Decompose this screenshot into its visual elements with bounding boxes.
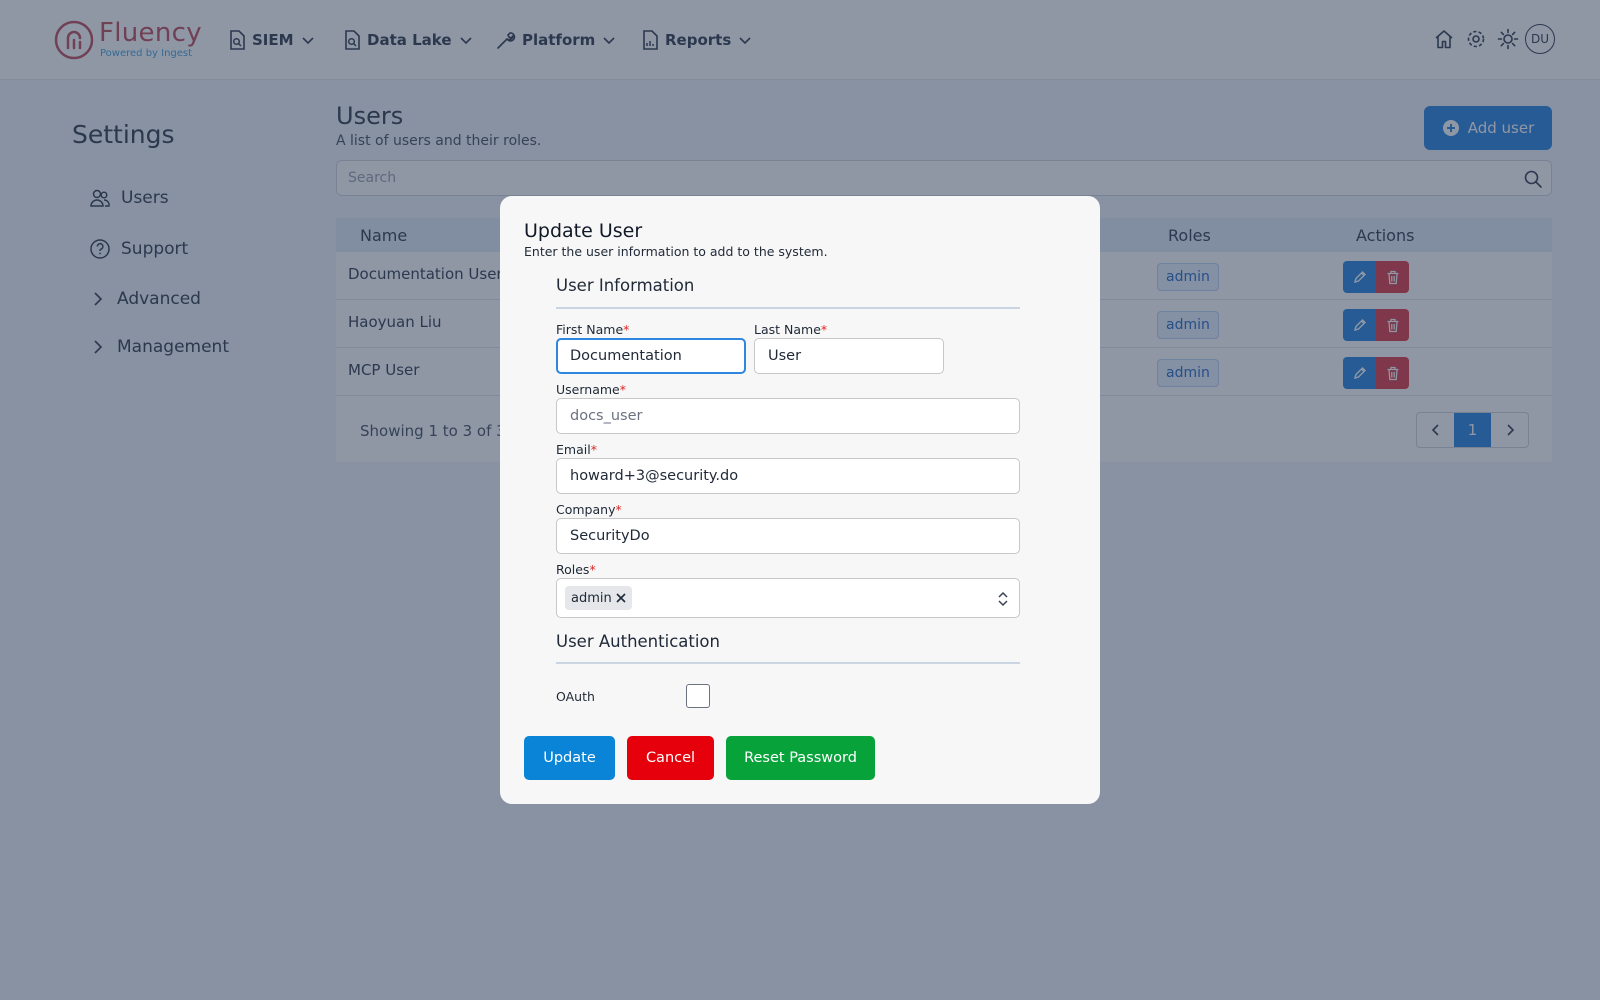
first-name-label-text: First Name — [556, 322, 624, 337]
company-label: Company* — [556, 502, 622, 517]
close-icon — [616, 593, 626, 603]
roles-select[interactable]: admin — [556, 578, 1020, 618]
company-field-wrapper — [556, 518, 1020, 554]
first-name-field[interactable] — [558, 340, 744, 372]
oauth-checkbox[interactable] — [686, 684, 710, 708]
modal-title: Update User — [524, 220, 643, 242]
section-title-user-information: User Information — [556, 276, 695, 295]
reset-password-button[interactable]: Reset Password — [726, 736, 875, 780]
role-chip: admin — [565, 586, 632, 610]
email-label: Email* — [556, 442, 597, 457]
required-asterisk: * — [623, 322, 630, 337]
section-title-user-authentication: User Authentication — [556, 632, 720, 651]
required-asterisk: * — [615, 502, 622, 517]
select-arrows-icon — [998, 591, 1008, 607]
required-asterisk: * — [619, 382, 626, 397]
email-field[interactable] — [557, 459, 1019, 493]
last-name-field-wrapper — [754, 338, 944, 374]
oauth-label: OAuth — [556, 689, 595, 704]
roles-label-text: Roles — [556, 562, 590, 577]
last-name-label: Last Name* — [754, 322, 827, 337]
remove-role-button[interactable] — [616, 593, 626, 603]
email-label-text: Email — [556, 442, 591, 457]
first-name-label: First Name* — [556, 322, 629, 337]
section-divider — [556, 307, 1020, 309]
required-asterisk: * — [820, 322, 828, 337]
last-name-label-text: Last Name — [754, 322, 821, 337]
update-user-modal: Update User Enter the user information t… — [500, 196, 1100, 804]
cancel-button[interactable]: Cancel — [627, 736, 714, 780]
required-asterisk: * — [589, 562, 596, 577]
section-divider — [556, 662, 1020, 664]
last-name-field[interactable] — [755, 339, 943, 373]
first-name-field-wrapper — [556, 338, 746, 374]
username-label-text: Username — [556, 382, 620, 397]
role-chip-label: admin — [571, 590, 612, 606]
company-label-text: Company — [556, 502, 616, 517]
update-button[interactable]: Update — [524, 736, 615, 780]
username-field — [557, 399, 1019, 433]
modal-subtitle: Enter the user information to add to the… — [524, 244, 828, 259]
company-field[interactable] — [557, 519, 1019, 553]
required-asterisk: * — [590, 442, 597, 457]
email-field-wrapper — [556, 458, 1020, 494]
username-field-wrapper — [556, 398, 1020, 434]
roles-label: Roles* — [556, 562, 596, 577]
username-label: Username* — [556, 382, 626, 397]
